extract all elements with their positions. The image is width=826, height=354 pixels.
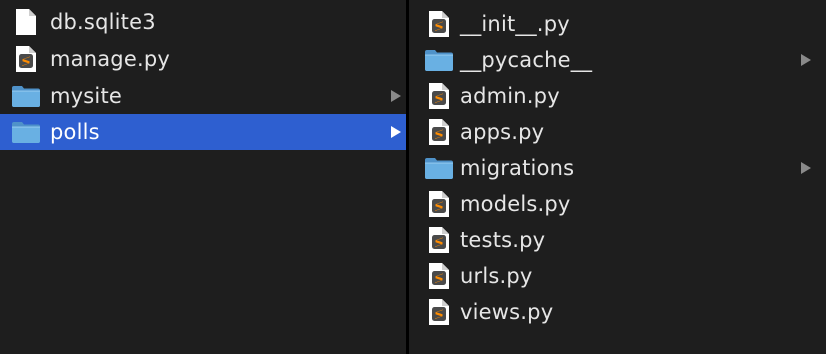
- chevron-right-icon: [801, 162, 811, 174]
- column-right[interactable]: __init__.py __pycache__ admin.py apps.py…: [409, 0, 826, 354]
- item-label: polls: [50, 120, 100, 144]
- item-label: tests.py: [460, 228, 546, 252]
- list-item-db-sqlite3[interactable]: db.sqlite3: [0, 4, 406, 40]
- python-file-icon: [421, 222, 457, 258]
- python-file-icon: [421, 186, 457, 222]
- python-file-icon: [8, 41, 44, 77]
- column-left[interactable]: db.sqlite3 manage.py mysite polls: [0, 0, 406, 354]
- folder-icon: [421, 42, 457, 78]
- item-label: admin.py: [460, 84, 560, 108]
- list-item-polls[interactable]: polls: [0, 114, 406, 150]
- list-item-mysite[interactable]: mysite: [0, 78, 406, 114]
- item-label: __pycache__: [460, 48, 593, 72]
- item-label: mysite: [50, 84, 123, 108]
- finder-column-browser: db.sqlite3 manage.py mysite polls __init…: [0, 0, 826, 354]
- python-file-icon: [421, 294, 457, 330]
- list-item-manage-py[interactable]: manage.py: [0, 41, 406, 77]
- python-file-icon: [421, 258, 457, 294]
- folder-icon: [8, 78, 44, 114]
- list-item-models-py[interactable]: models.py: [409, 186, 826, 222]
- chevron-right-icon: [391, 126, 401, 138]
- chevron-right-icon: [801, 54, 811, 66]
- list-item-admin-py[interactable]: admin.py: [409, 78, 826, 114]
- item-label: apps.py: [460, 120, 545, 144]
- blank-file-icon: [8, 4, 44, 40]
- chevron-right-icon: [391, 90, 401, 102]
- list-item-apps-py[interactable]: apps.py: [409, 114, 826, 150]
- python-file-icon: [421, 78, 457, 114]
- python-file-icon: [421, 114, 457, 150]
- list-item-tests-py[interactable]: tests.py: [409, 222, 826, 258]
- list-item-views-py[interactable]: views.py: [409, 294, 826, 330]
- python-file-icon: [421, 6, 457, 42]
- item-label: __init__.py: [460, 12, 570, 36]
- item-label: db.sqlite3: [50, 10, 156, 34]
- list-item-pycache[interactable]: __pycache__: [409, 42, 826, 78]
- list-item-init-py[interactable]: __init__.py: [409, 6, 826, 42]
- item-label: models.py: [460, 192, 571, 216]
- list-item-migrations[interactable]: migrations: [409, 150, 826, 186]
- folder-icon: [8, 114, 44, 150]
- item-label: migrations: [460, 156, 575, 180]
- item-label: manage.py: [50, 47, 170, 71]
- item-label: views.py: [460, 300, 554, 324]
- item-label: urls.py: [460, 264, 533, 288]
- folder-icon: [421, 150, 457, 186]
- list-item-urls-py[interactable]: urls.py: [409, 258, 826, 294]
